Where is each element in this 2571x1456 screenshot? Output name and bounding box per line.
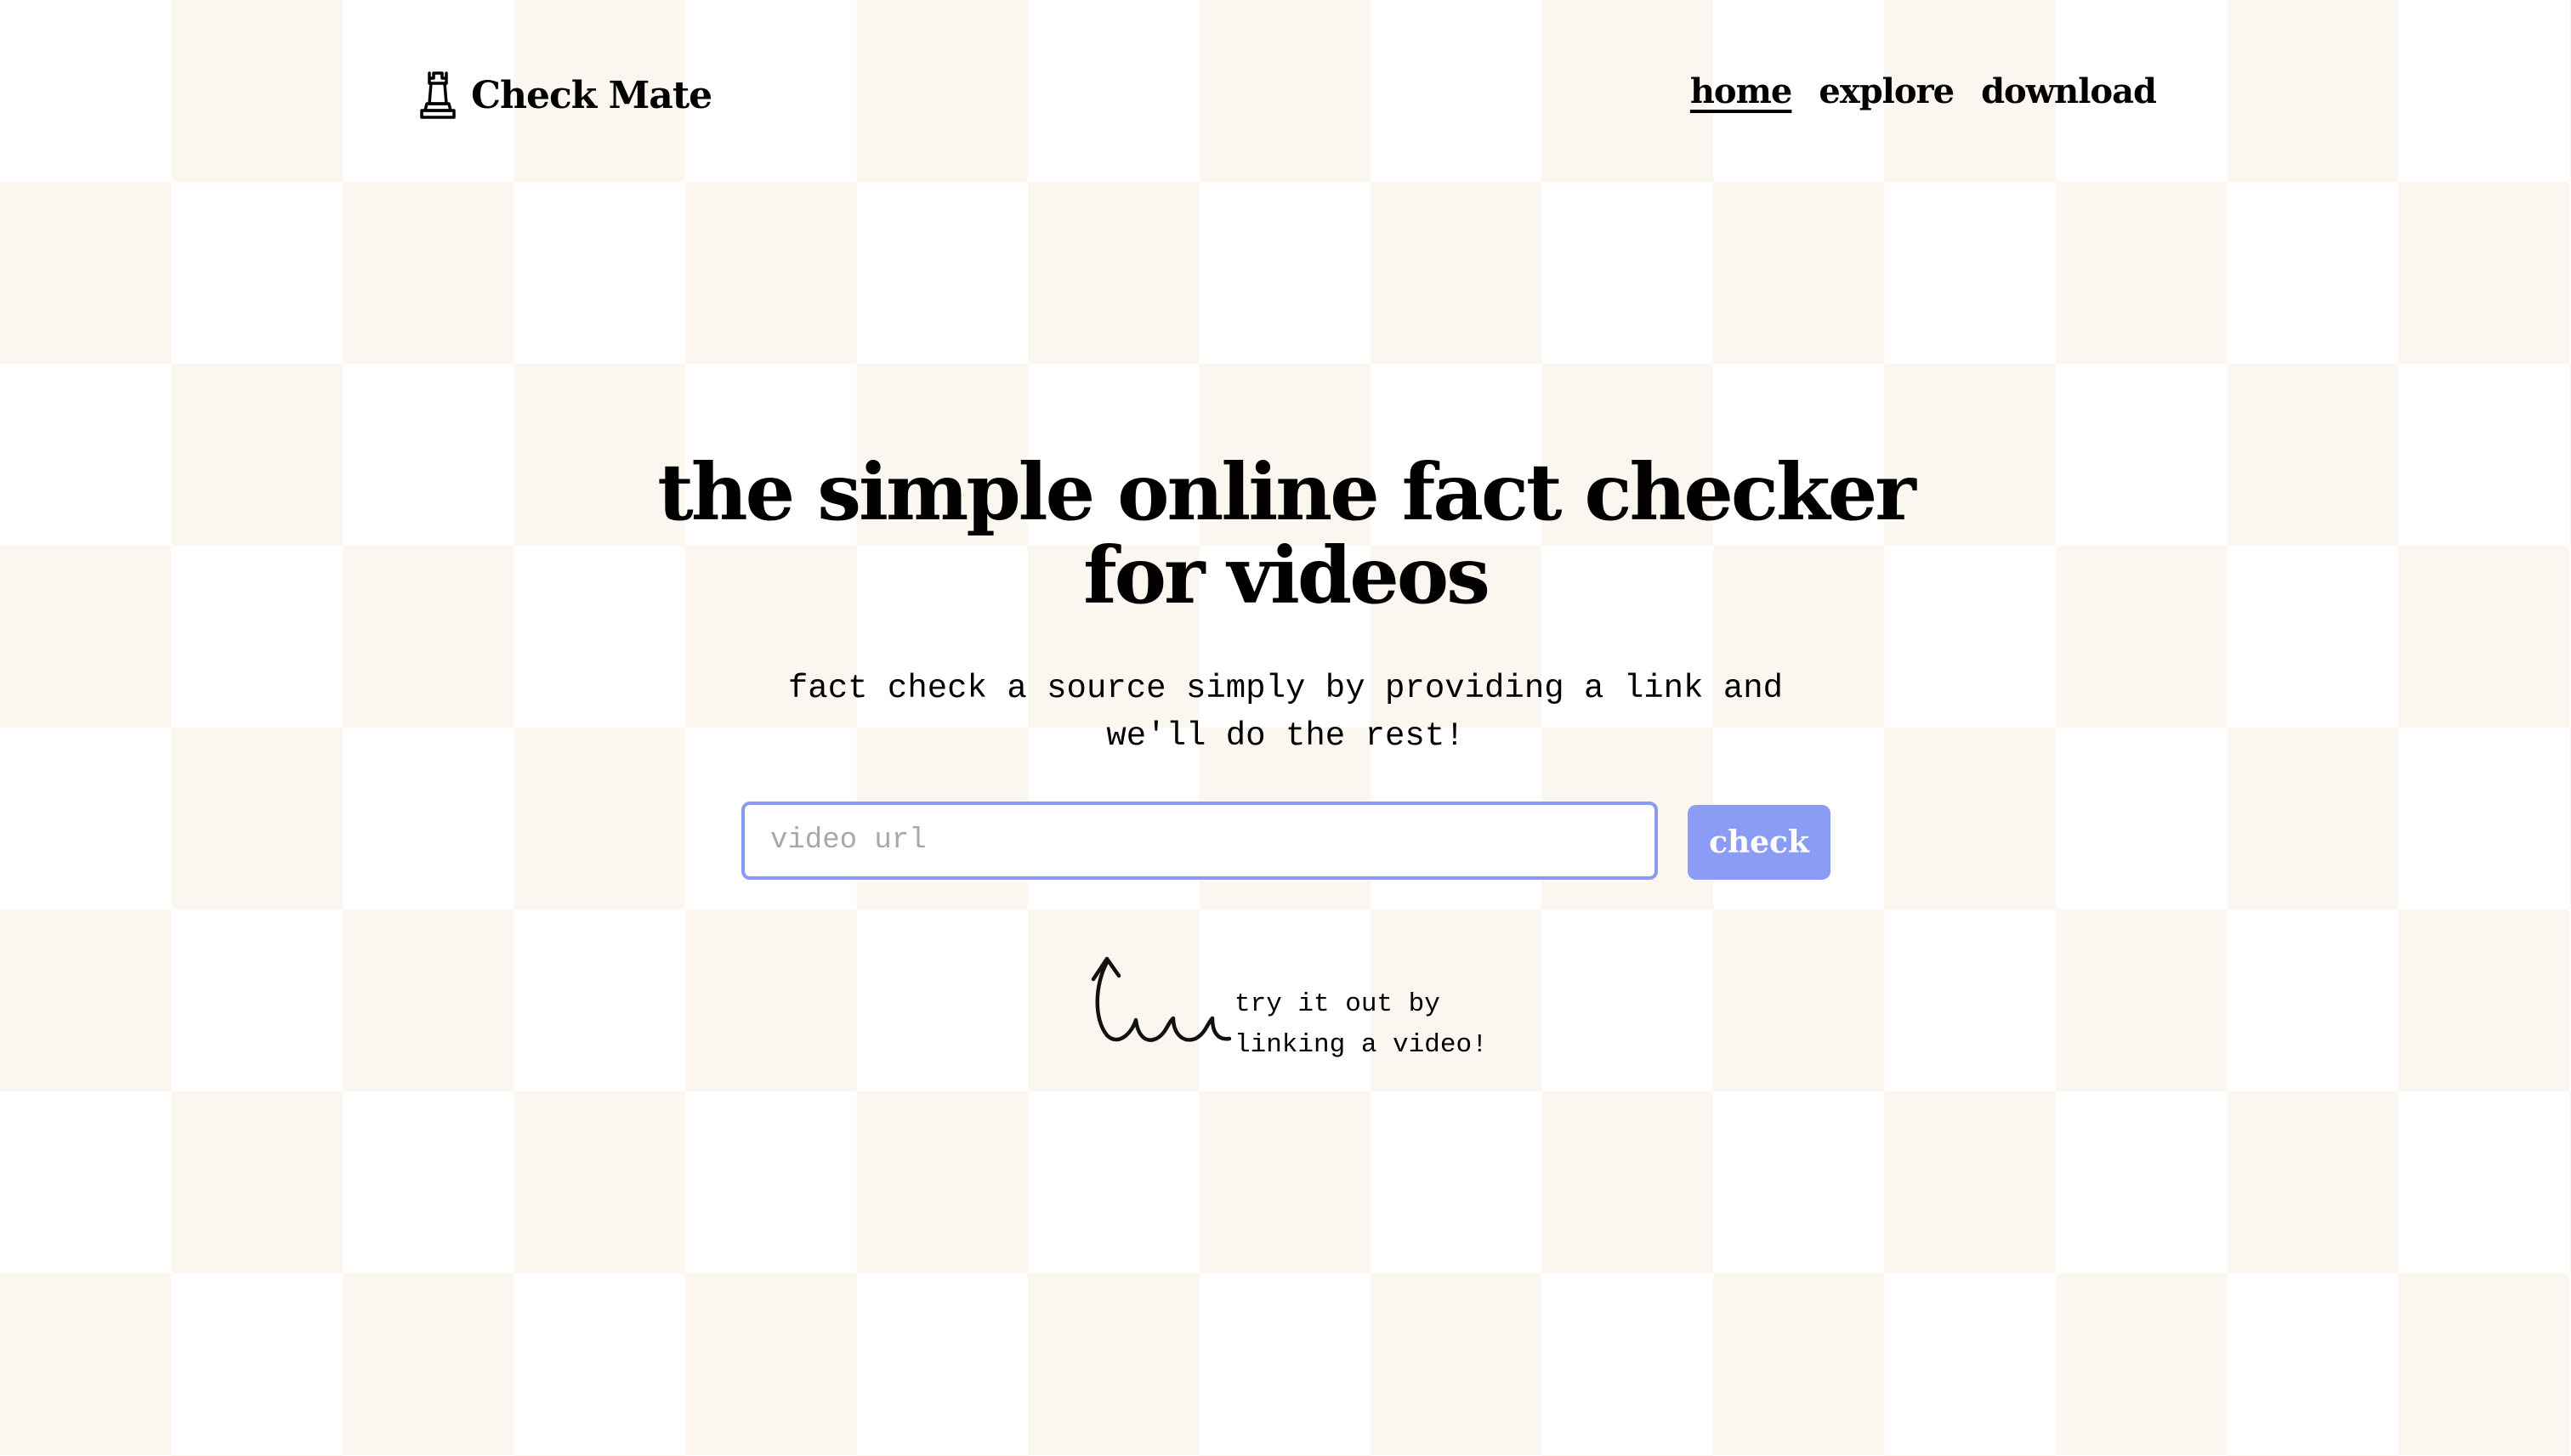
hero-title: the simple online fact checker for video… [0,450,2571,617]
page: Check Mate home explore download the sim… [0,0,2571,1456]
nav-download-link[interactable]: download [1981,71,2157,111]
curly-arrow-icon [1091,956,1231,1042]
check-button[interactable]: check [1688,805,1830,880]
hint-line1: try it out by [1234,989,1440,1019]
hero-title-line1: the simple online fact checker [657,446,1915,538]
nav-home-link[interactable]: home [1690,71,1793,111]
chess-rook-icon [420,71,456,119]
hero-subtitle-line2: we'll do the rest! [1106,717,1465,755]
hero-title-line2: for videos [1083,530,1490,621]
brand-logo[interactable]: Check Mate [417,70,712,121]
hint-text: try it out by linking a video! [1234,984,1488,1066]
main-nav: home explore download [1690,71,2157,111]
video-url-input[interactable] [741,802,1658,880]
hero-subtitle-line1: fact check a source simply by providing … [787,670,1784,707]
hint-line2: linking a video! [1234,1030,1488,1060]
nav-explore-link[interactable]: explore [1819,71,1955,111]
brand-name: Check Mate [471,73,712,117]
hero-subtitle: fact check a source simply by providing … [0,665,2571,760]
